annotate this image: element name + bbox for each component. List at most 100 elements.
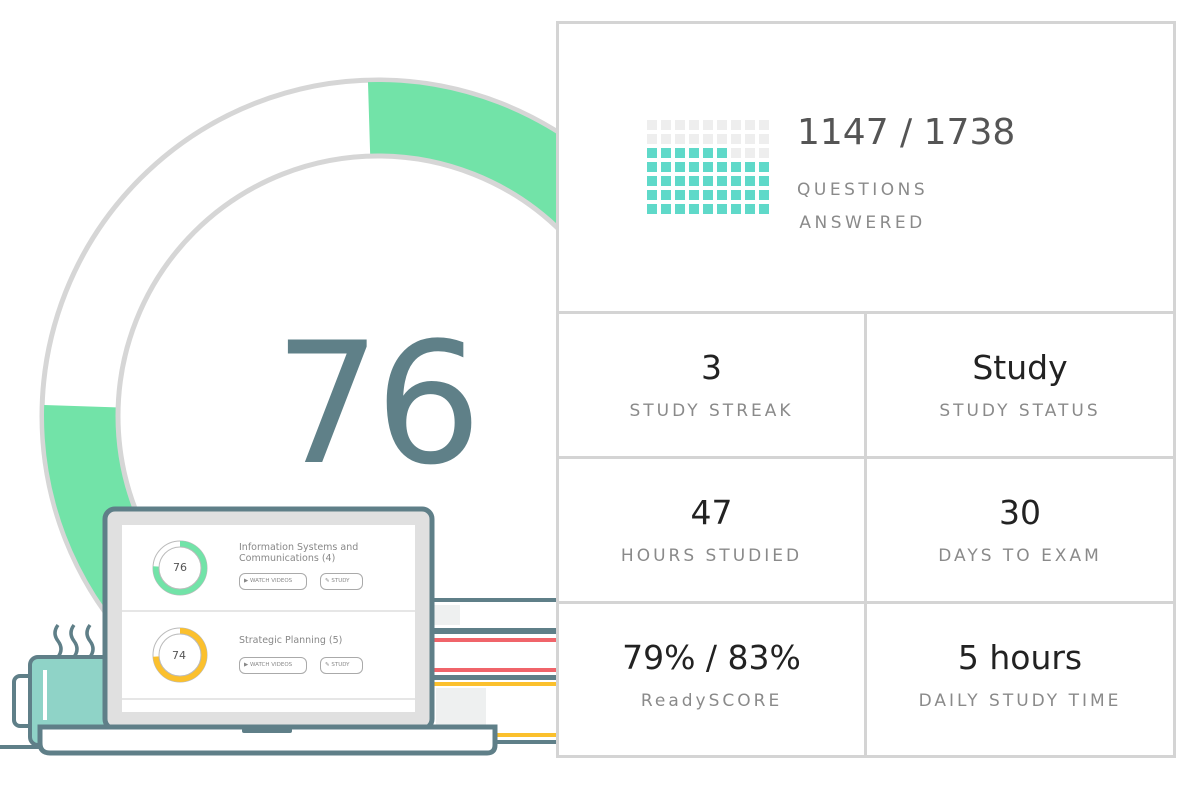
- question-square: [661, 176, 671, 186]
- stat-value: Study: [972, 348, 1068, 387]
- question-square: [717, 162, 727, 172]
- question-square: [661, 120, 671, 130]
- questions-value: 1147 / 1738: [797, 112, 1016, 153]
- stat-card: 47 HOURS STUDIED: [559, 459, 867, 604]
- topic-row[interactable]: 76 Information Systems and Communication…: [122, 525, 415, 611]
- question-square: [689, 190, 699, 200]
- label-line: QUESTIONS: [797, 180, 929, 200]
- topic-row[interactable]: 74 Strategic Planning (5) ▶ WATCH VIDEOS…: [122, 612, 415, 698]
- question-square: [745, 162, 755, 172]
- question-square: [661, 148, 671, 158]
- stat-card: 30 DAYS TO EXAM: [867, 459, 1173, 604]
- question-square: [745, 148, 755, 158]
- question-square: [703, 148, 713, 158]
- stat-label: ReadySCORE: [640, 691, 783, 711]
- question-square: [745, 190, 755, 200]
- topic-score: 74: [172, 649, 186, 662]
- question-square: [647, 204, 657, 214]
- question-square: [689, 148, 699, 158]
- stat-label: STUDY STREAK: [629, 401, 794, 421]
- button-label: STUDY: [331, 578, 350, 584]
- topic-title: Information Systems and Communications (…: [239, 542, 359, 564]
- question-square: [689, 162, 699, 172]
- question-square: [661, 162, 671, 172]
- question-square: [689, 134, 699, 144]
- question-square: [703, 190, 713, 200]
- score-value: 76: [274, 306, 482, 502]
- stat-label: STUDY STATUS: [939, 401, 1101, 421]
- question-square: [647, 190, 657, 200]
- question-square: [759, 190, 769, 200]
- stat-label: HOURS STUDIED: [620, 546, 803, 566]
- question-square: [675, 176, 685, 186]
- stat-value: 5 hours: [957, 638, 1083, 677]
- question-square: [647, 162, 657, 172]
- questions-label: QUESTIONS ANSWERED: [797, 174, 928, 240]
- watch-videos-button[interactable]: ▶ WATCH VIDEOS: [239, 657, 307, 674]
- question-square: [731, 120, 741, 130]
- question-square: [759, 148, 769, 158]
- question-square: [647, 176, 657, 186]
- question-square: [717, 176, 727, 186]
- question-square: [731, 190, 741, 200]
- question-square: [689, 176, 699, 186]
- stat-card: 5 hours DAILY STUDY TIME: [867, 604, 1173, 758]
- stats-panel: 1147 / 1738 QUESTIONS ANSWERED 3 STUDY STR…: [556, 21, 1176, 758]
- question-square: [647, 134, 657, 144]
- question-square: [745, 176, 755, 186]
- question-square: [759, 176, 769, 186]
- question-square: [717, 148, 727, 158]
- question-square: [731, 162, 741, 172]
- question-square: [731, 134, 741, 144]
- question-square: [703, 134, 713, 144]
- stat-card: Study STUDY STATUS: [867, 314, 1173, 459]
- stat-value: 30: [999, 493, 1041, 532]
- question-square: [675, 204, 685, 214]
- questions-answered-card: 1147 / 1738 QUESTIONS ANSWERED: [559, 24, 1173, 314]
- question-square: [675, 190, 685, 200]
- question-square: [745, 204, 755, 214]
- question-square: [717, 134, 727, 144]
- question-square: [661, 204, 671, 214]
- question-square: [731, 148, 741, 158]
- stat-value: 47: [690, 493, 733, 532]
- label-line: ANSWERED: [799, 213, 926, 233]
- question-square: [731, 204, 741, 214]
- study-button[interactable]: ✎ STUDY: [320, 657, 363, 674]
- button-label: WATCH VIDEOS: [249, 578, 293, 584]
- question-square: [661, 190, 671, 200]
- question-square: [717, 204, 727, 214]
- stat-card: 3 STUDY STREAK: [559, 314, 867, 459]
- question-square: [759, 162, 769, 172]
- question-square: [689, 120, 699, 130]
- watch-videos-button[interactable]: ▶ WATCH VIDEOS: [239, 573, 307, 590]
- question-square: [759, 204, 769, 214]
- question-square: [703, 204, 713, 214]
- question-square: [759, 120, 769, 130]
- question-square: [661, 134, 671, 144]
- stat-label: DAYS TO EXAM: [938, 546, 1102, 566]
- question-square: [731, 176, 741, 186]
- question-square: [675, 162, 685, 172]
- question-square: [745, 134, 755, 144]
- question-square: [759, 134, 769, 144]
- question-square: [717, 190, 727, 200]
- question-square: [703, 176, 713, 186]
- question-square: [745, 120, 755, 130]
- stat-label: DAILY STUDY TIME: [918, 691, 1122, 711]
- questions-grid: [647, 120, 769, 214]
- topic-score: 76: [173, 561, 187, 574]
- question-square: [647, 120, 657, 130]
- question-square: [703, 120, 713, 130]
- question-square: [717, 120, 727, 130]
- stat-value: 79% / 83%: [622, 638, 801, 677]
- study-button[interactable]: ✎ STUDY: [320, 573, 363, 590]
- question-square: [675, 120, 685, 130]
- button-label: WATCH VIDEOS: [249, 662, 293, 668]
- question-square: [675, 134, 685, 144]
- stat-value: 3: [701, 348, 722, 387]
- question-square: [647, 148, 657, 158]
- button-label: STUDY: [331, 662, 350, 668]
- question-square: [689, 204, 699, 214]
- question-square: [675, 148, 685, 158]
